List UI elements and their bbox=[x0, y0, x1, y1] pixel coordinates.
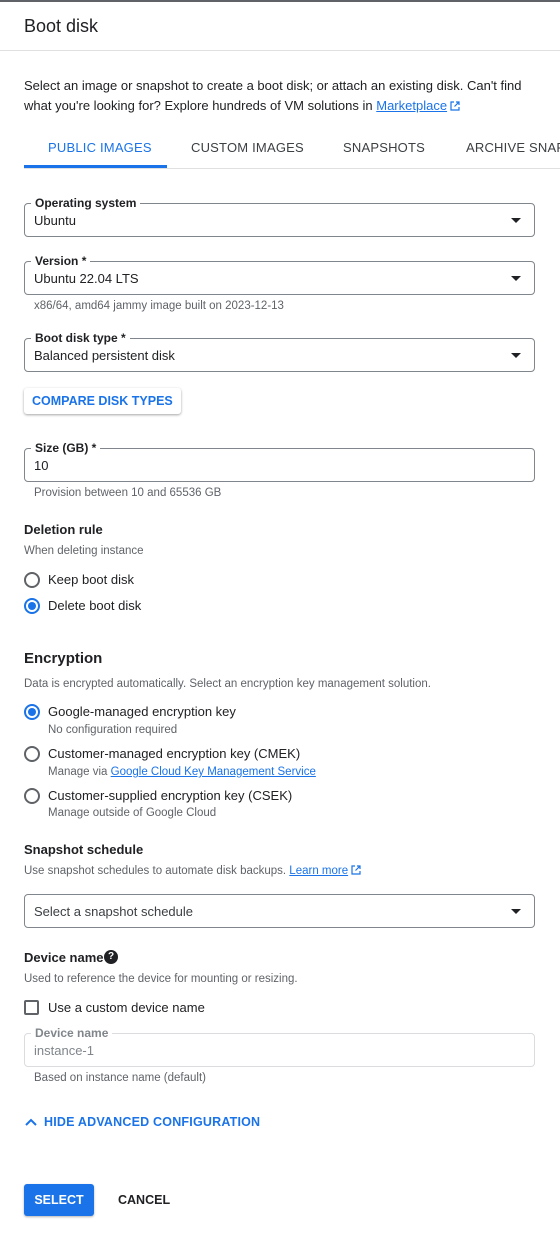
deletion-rule-subtitle: When deleting instance bbox=[24, 545, 144, 557]
device-name-field: Device name instance-1 bbox=[24, 1026, 535, 1067]
size-input[interactable]: Size (GB) * 10 bbox=[24, 441, 535, 482]
chevron-down-icon bbox=[511, 353, 521, 358]
tab-public-images[interactable]: PUBLIC IMAGES bbox=[48, 140, 152, 155]
snapshot-schedule-select[interactable]: Select a snapshot schedule bbox=[24, 894, 535, 928]
csek-desc: Manage outside of Google Cloud bbox=[48, 807, 217, 819]
google-managed-key-radio[interactable] bbox=[24, 704, 40, 720]
encryption-subtitle: Data is encrypted automatically. Select … bbox=[24, 678, 431, 690]
chevron-up-icon bbox=[25, 1118, 37, 1126]
boot-disk-type-select[interactable]: Boot disk type * Balanced persistent dis… bbox=[24, 331, 535, 372]
size-label: Size (GB) * bbox=[31, 441, 101, 455]
cmek-desc-prefix: Manage via bbox=[48, 766, 111, 778]
deletion-rule-title: Deletion rule bbox=[24, 522, 103, 537]
tab-custom-images[interactable]: CUSTOM IMAGES bbox=[191, 140, 304, 155]
snapshot-schedule-desc: Use snapshot schedules to automate disk … bbox=[24, 865, 290, 877]
cmek-label[interactable]: Customer-managed encryption key (CMEK) bbox=[48, 746, 300, 761]
version-select[interactable]: Version * Ubuntu 22.04 LTS bbox=[24, 254, 535, 295]
keep-boot-disk-label[interactable]: Keep boot disk bbox=[48, 572, 134, 587]
cmek-desc: Manage via Google Cloud Key Management S… bbox=[48, 766, 316, 778]
help-icon[interactable]: ? bbox=[104, 950, 118, 964]
operating-system-value: Ubuntu bbox=[34, 213, 76, 228]
operating-system-label: Operating system bbox=[31, 196, 141, 210]
panel-header: Boot disk bbox=[0, 2, 560, 51]
select-button[interactable]: SELECT bbox=[24, 1184, 94, 1216]
external-link-icon bbox=[351, 865, 361, 875]
version-label: Version * bbox=[31, 254, 91, 268]
image-source-tabs: PUBLIC IMAGES CUSTOM IMAGES SNAPSHOTS AR… bbox=[24, 130, 560, 169]
device-name-hint: Based on instance name (default) bbox=[34, 1072, 206, 1084]
boot-disk-type-label: Boot disk type * bbox=[31, 331, 130, 345]
kms-link[interactable]: Google Cloud Key Management Service bbox=[111, 766, 316, 778]
device-name-title: Device name bbox=[24, 950, 104, 965]
intro-text: Select an image or snapshot to create a … bbox=[24, 76, 544, 116]
active-tab-indicator bbox=[24, 165, 167, 168]
snapshot-schedule-subtitle: Use snapshot schedules to automate disk … bbox=[24, 865, 361, 877]
google-managed-key-desc: No configuration required bbox=[48, 724, 178, 736]
learn-more-link[interactable]: Learn more bbox=[289, 865, 348, 877]
device-name-field-value: instance-1 bbox=[34, 1043, 94, 1058]
compare-disk-types-button[interactable]: COMPARE DISK TYPES bbox=[24, 388, 181, 414]
tab-archive-snapshots[interactable]: ARCHIVE SNAPSHOTS bbox=[466, 140, 560, 155]
size-hint: Provision between 10 and 65536 GB bbox=[34, 487, 222, 499]
version-hint: x86/64, amd64 jammy image built on 2023-… bbox=[34, 300, 284, 312]
snapshot-schedule-placeholder: Select a snapshot schedule bbox=[34, 904, 193, 919]
delete-boot-disk-radio[interactable] bbox=[24, 598, 40, 614]
snapshot-schedule-title: Snapshot schedule bbox=[24, 842, 144, 857]
chevron-down-icon bbox=[511, 218, 521, 223]
google-managed-key-label[interactable]: Google-managed encryption key bbox=[48, 704, 236, 719]
keep-boot-disk-radio[interactable] bbox=[24, 572, 40, 588]
encryption-title: Encryption bbox=[24, 650, 103, 667]
delete-boot-disk-label[interactable]: Delete boot disk bbox=[48, 598, 141, 613]
chevron-down-icon bbox=[511, 909, 521, 914]
csek-radio[interactable] bbox=[24, 788, 40, 804]
csek-label[interactable]: Customer-supplied encryption key (CSEK) bbox=[48, 788, 292, 803]
custom-device-name-label[interactable]: Use a custom device name bbox=[48, 1000, 205, 1015]
tab-snapshots[interactable]: SNAPSHOTS bbox=[343, 140, 425, 155]
boot-disk-type-value: Balanced persistent disk bbox=[34, 348, 175, 363]
device-name-subtitle: Used to reference the device for mountin… bbox=[24, 973, 298, 985]
external-link-icon bbox=[450, 101, 460, 111]
advanced-toggle-label: HIDE ADVANCED CONFIGURATION bbox=[44, 1115, 261, 1129]
custom-device-name-checkbox[interactable] bbox=[24, 1000, 39, 1015]
marketplace-link[interactable]: Marketplace bbox=[376, 98, 447, 113]
hide-advanced-configuration-toggle[interactable]: HIDE ADVANCED CONFIGURATION bbox=[24, 1115, 260, 1129]
cancel-button[interactable]: CANCEL bbox=[118, 1193, 170, 1207]
cmek-radio[interactable] bbox=[24, 746, 40, 762]
page-title: Boot disk bbox=[24, 16, 99, 36]
operating-system-select[interactable]: Operating system Ubuntu bbox=[24, 196, 535, 237]
version-value: Ubuntu 22.04 LTS bbox=[34, 271, 139, 286]
device-name-field-label: Device name bbox=[31, 1026, 113, 1040]
size-value: 10 bbox=[34, 458, 49, 473]
chevron-down-icon bbox=[511, 276, 521, 281]
